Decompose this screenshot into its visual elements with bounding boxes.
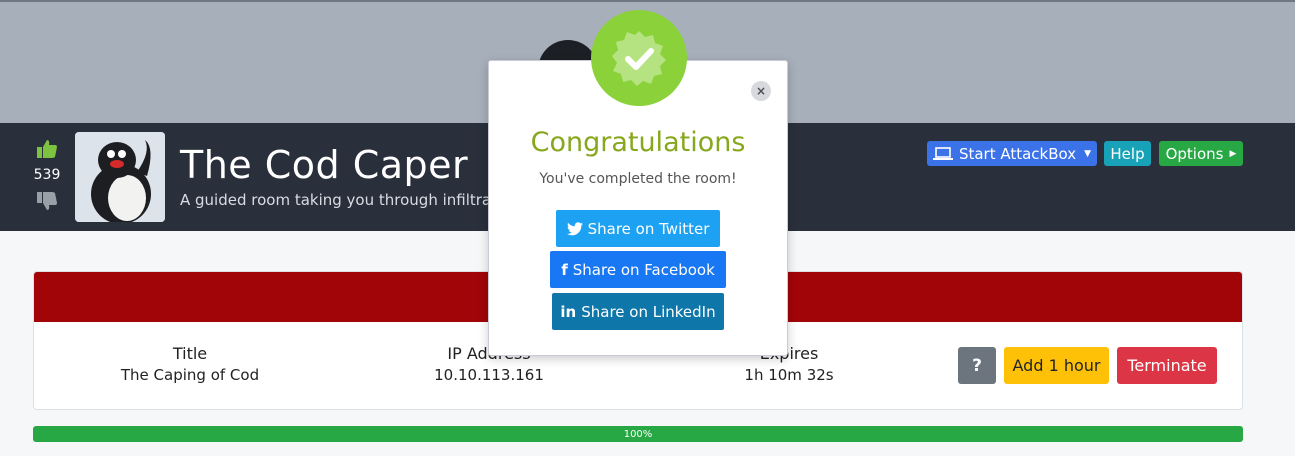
share-facebook-button[interactable]: f Share on Facebook	[550, 251, 726, 288]
share-facebook-label: Share on Facebook	[572, 260, 715, 279]
machine-help-button[interactable]: ?	[958, 347, 996, 384]
options-button[interactable]: Options ▶	[1159, 141, 1243, 166]
laptop-icon	[932, 146, 953, 160]
vote-panel: 539	[30, 139, 64, 211]
machine-title-label: Title	[172, 344, 208, 363]
dropdown-caret-icon[interactable]: ▼	[1084, 149, 1091, 159]
share-linkedin-label: Share on LinkedIn	[581, 302, 716, 321]
terminate-button[interactable]: Terminate	[1117, 347, 1217, 384]
share-twitter-button[interactable]: Share on Twitter	[556, 210, 720, 247]
twitter-icon	[566, 221, 583, 235]
check-badge-icon	[612, 31, 666, 86]
thumbs-up-icon[interactable]	[36, 139, 58, 159]
vote-count: 539	[33, 167, 61, 183]
banner-top-line	[0, 0, 1295, 2]
share-twitter-label: Share on Twitter	[587, 219, 710, 238]
room-progress-bar: 100%	[33, 426, 1243, 442]
facebook-icon: f	[561, 260, 568, 279]
machine-ip-value: 10.10.113.161	[434, 366, 544, 384]
modal-close-button[interactable]: ×	[751, 81, 771, 101]
room-title: The Cod Caper	[180, 143, 469, 187]
machine-title-col: Title The Caping of Cod	[90, 344, 290, 384]
room-progress-fill: 100%	[33, 426, 1243, 442]
share-linkedin-button[interactable]: in Share on LinkedIn	[552, 293, 724, 330]
caret-right-icon: ▶	[1229, 148, 1237, 159]
modal-subtitle: You've completed the room!	[539, 171, 737, 187]
room-description: A guided room taking you through infiltr…	[180, 191, 498, 209]
linkedin-icon: in	[560, 302, 577, 321]
machine-expires-value: 1h 10m 32s	[744, 366, 834, 384]
machine-title-value: The Caping of Cod	[120, 366, 260, 384]
penguin-icon	[75, 132, 165, 222]
start-attackbox-button[interactable]: Start AttackBox ▼	[927, 141, 1097, 166]
modal-title: Congratulations	[530, 127, 746, 158]
completion-badge	[591, 10, 687, 106]
thumbs-down-icon[interactable]	[36, 191, 58, 211]
add-hour-button[interactable]: Add 1 hour	[1004, 347, 1109, 384]
options-label: Options	[1165, 144, 1224, 163]
start-attackbox-label: Start AttackBox	[958, 144, 1077, 163]
help-button[interactable]: Help	[1104, 141, 1151, 166]
room-avatar	[75, 132, 165, 222]
